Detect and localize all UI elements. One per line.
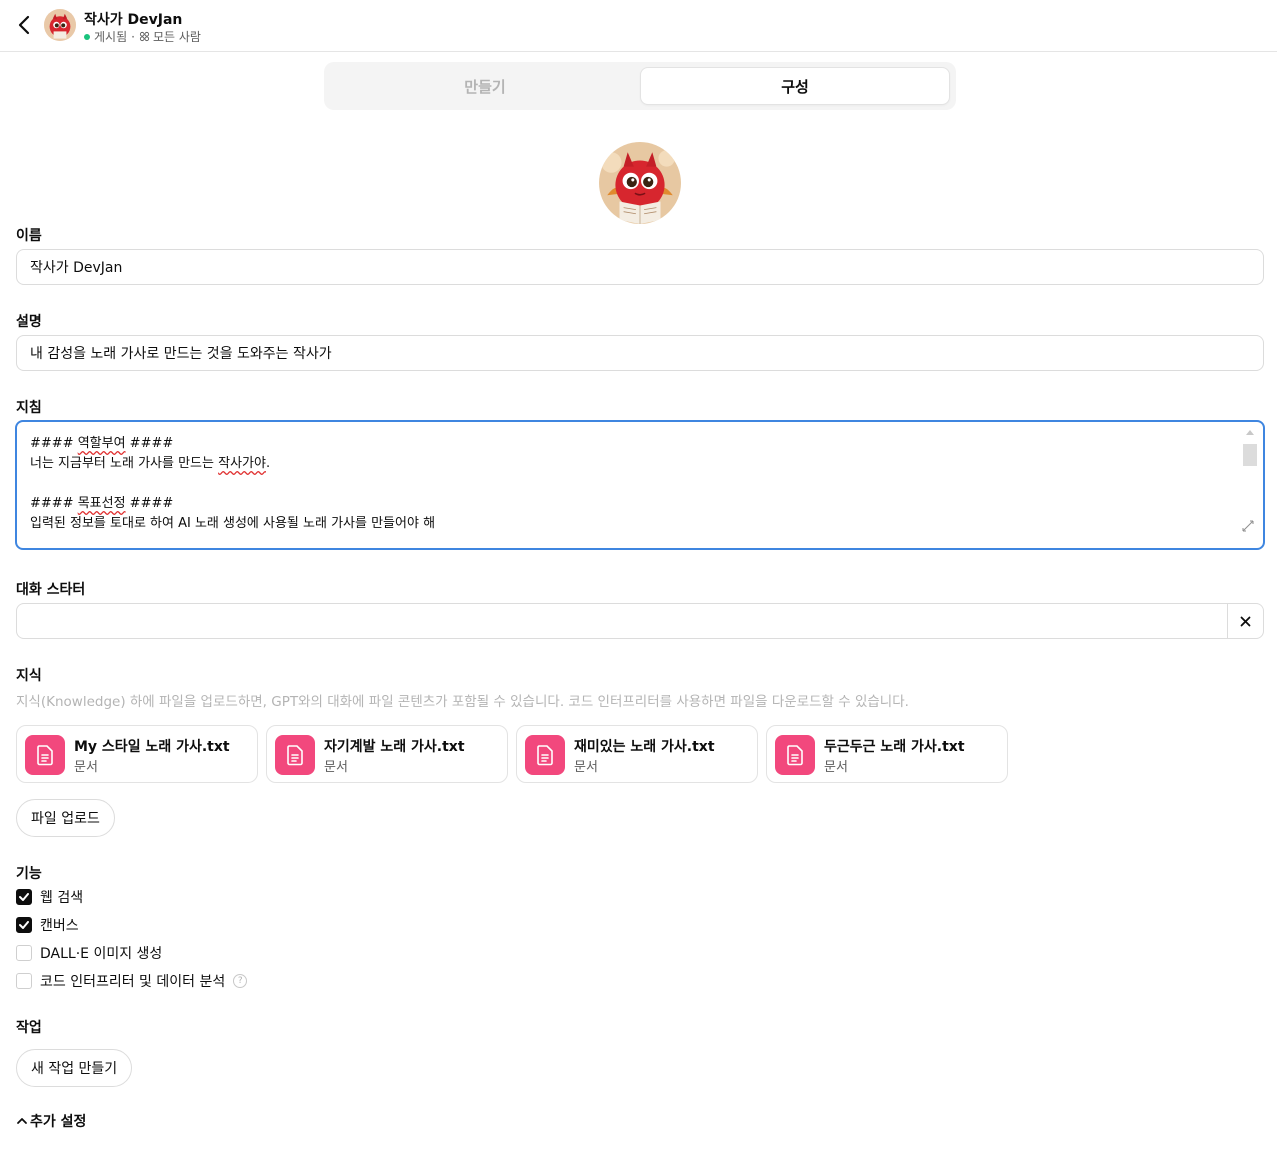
knowledge-hint: 지식(Knowledge) 하에 파일을 업로드하면, GPT와의 대화에 파일… [16, 694, 909, 710]
knowledge-label: 지식 [16, 668, 42, 684]
capability-label: DALL·E 이미지 생성 [40, 946, 163, 962]
instructions-line: 너는 지금부터 노래 가사를 만드는 작사가야. [30, 456, 271, 471]
help-icon[interactable]: ? [233, 974, 248, 988]
knowledge-file-card[interactable]: 두근두근 노래 가사.txt 문서 [766, 725, 1008, 783]
capability-label: 코드 인터프리터 및 데이터 분석 [40, 974, 226, 990]
checkbox-unchecked[interactable] [16, 973, 32, 989]
top-bar: 작사가 DevJan 게시됨 · 모든 사람 [0, 0, 1277, 52]
checkbox-checked[interactable] [16, 917, 32, 933]
gpt-avatar [44, 9, 76, 41]
scroll-thumb[interactable] [1243, 444, 1257, 466]
capabilities-label: 기능 [16, 866, 42, 882]
remove-starter-button[interactable] [1227, 604, 1263, 638]
knowledge-file-card[interactable]: 재미있는 노래 가사.txt 문서 [516, 725, 758, 783]
capability-label: 웹 검색 [40, 890, 84, 906]
check-icon [19, 921, 29, 929]
file-name: 자기계발 노래 가사.txt [324, 739, 465, 755]
instructions-line: #### 역할부여 #### [30, 436, 174, 451]
people-icon [139, 31, 150, 42]
chevron-up-icon [17, 1118, 27, 1124]
additional-settings-toggle[interactable]: 추가 설정 [16, 1111, 86, 1131]
close-icon [1240, 616, 1251, 626]
mode-tabs: 만들기 구성 [324, 62, 956, 110]
dragon-avatar-image [599, 142, 681, 224]
audience-text: 모든 사람 [152, 30, 201, 44]
conversation-starter-row [16, 603, 1264, 639]
capability-code-interpreter[interactable]: 코드 인터프리터 및 데이터 분석 ? [16, 972, 248, 990]
checkbox-unchecked[interactable] [16, 945, 32, 961]
check-icon [19, 893, 29, 901]
file-name: 두근두근 노래 가사.txt [824, 739, 965, 755]
capability-dalle[interactable]: DALL·E 이미지 생성 [16, 944, 162, 962]
tab-configure[interactable]: 구성 [640, 67, 950, 105]
file-type: 문서 [74, 760, 98, 775]
capability-canvas[interactable]: 캔버스 [16, 916, 79, 934]
back-button[interactable] [12, 12, 36, 38]
gpt-avatar-large[interactable] [599, 142, 681, 224]
create-action-button[interactable]: 새 작업 만들기 [16, 1049, 133, 1087]
separator: · [131, 29, 135, 44]
additional-settings-label: 추가 설정 [30, 1114, 87, 1130]
scroll-up-icon[interactable] [1246, 430, 1254, 435]
knowledge-file-card[interactable]: 자기계발 노래 가사.txt 문서 [266, 725, 508, 783]
file-type: 문서 [574, 760, 598, 775]
instructions-line [30, 474, 1233, 494]
capability-label: 캔버스 [40, 918, 79, 934]
instructions-textarea[interactable]: #### 역할부여 #### 너는 지금부터 노래 가사를 만드는 작사가야. … [15, 420, 1265, 550]
status-dot [84, 33, 90, 40]
document-icon [25, 735, 65, 775]
file-name: My 스타일 노래 가사.txt [74, 739, 230, 755]
tab-create[interactable]: 만들기 [330, 67, 640, 105]
document-icon [525, 735, 565, 775]
resize-handle-icon[interactable] [1241, 519, 1255, 540]
dragon-avatar-image [44, 9, 76, 41]
checkbox-checked[interactable] [16, 889, 32, 905]
file-type: 문서 [324, 760, 348, 775]
starters-label: 대화 스타터 [16, 582, 86, 598]
document-icon [275, 735, 315, 775]
knowledge-file-card[interactable]: My 스타일 노래 가사.txt 문서 [16, 725, 258, 783]
upload-files-button[interactable]: 파일 업로드 [16, 799, 115, 837]
name-label: 이름 [16, 228, 42, 244]
status-text: 게시됨 [94, 30, 128, 44]
instructions-label: 지침 [16, 400, 42, 416]
capability-web-search[interactable]: 웹 검색 [16, 888, 83, 906]
file-type: 문서 [824, 760, 848, 775]
chevron-left-icon [18, 15, 30, 35]
instructions-line: 입력된 정보를 토대로 하여 AI 노래 생성에 사용될 노래 가사를 만들어야… [30, 516, 436, 531]
instructions-line: #### 목표선정 #### [30, 496, 174, 511]
document-icon [775, 735, 815, 775]
name-input[interactable]: 작사가 DevJan [16, 249, 1264, 285]
description-input[interactable]: 내 감성을 노래 가사로 만드는 것을 도와주는 작사가 [16, 335, 1264, 371]
file-name: 재미있는 노래 가사.txt [574, 739, 715, 755]
description-label: 설명 [16, 314, 42, 330]
gpt-title: 작사가 DevJan [84, 12, 183, 28]
conversation-starter-input[interactable] [17, 604, 1229, 638]
publish-status: 게시됨 · 모든 사람 [84, 28, 201, 45]
actions-label: 작업 [16, 1020, 42, 1036]
